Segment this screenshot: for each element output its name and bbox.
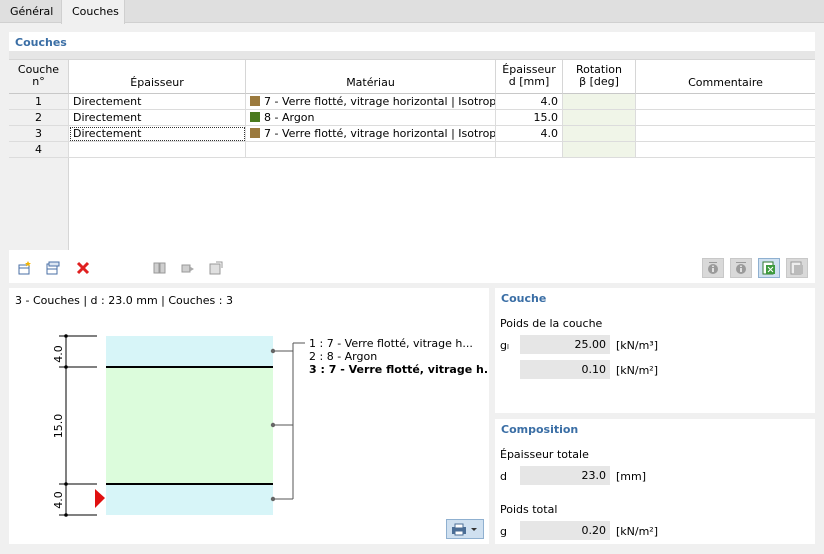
row-number: 4 — [9, 142, 69, 158]
dim-label-3: 4.0 — [52, 491, 65, 509]
col-header-d: Épaisseur d [mm] — [496, 60, 563, 94]
d-cell[interactable]: 4.0 — [496, 126, 563, 142]
comment-cell[interactable] — [636, 94, 815, 110]
total-weight-field[interactable]: 0.20 — [520, 521, 610, 540]
material-name: 8 - Argon — [264, 111, 315, 124]
unit-kn-m2-total: [kN/m²] — [616, 525, 659, 538]
material-cell[interactable]: 8 - Argon — [246, 110, 496, 126]
thickness-type-cell[interactable] — [69, 142, 246, 158]
d-cell[interactable]: 4.0 — [496, 94, 563, 110]
d-cell[interactable]: 15.0 — [496, 110, 563, 126]
col-header-material: Matériau — [246, 60, 496, 94]
transfer-icon[interactable] — [177, 258, 199, 278]
info-alt-icon[interactable] — [730, 258, 752, 278]
col-header-thickness: Épaisseur — [69, 60, 246, 94]
add-row-icon[interactable] — [42, 258, 64, 278]
layer-glass-top — [106, 336, 273, 367]
thickness-type-cell[interactable]: Directement — [69, 94, 246, 110]
material-name: 7 - Verre flotté, vitrage horizontal | I… — [264, 95, 496, 108]
rotation-cell[interactable] — [563, 110, 636, 126]
unit-mm: [mm] — [616, 470, 647, 483]
layer-weight-label: Poids de la couche — [500, 317, 603, 330]
composition-panel-title: Composition — [501, 423, 579, 436]
edit-material-icon[interactable] — [205, 258, 227, 278]
tab-couches[interactable]: Couches — [61, 0, 125, 24]
col-header-no-l2: n° — [32, 75, 45, 88]
material-name: 7 - Verre flotté, vitrage horizontal | I… — [264, 127, 496, 140]
table-top-strip — [9, 51, 815, 60]
col-header-comment: Commentaire — [636, 60, 815, 94]
material-cell[interactable] — [246, 142, 496, 158]
export-table-icon[interactable] — [758, 258, 780, 278]
layer-glass-bottom — [106, 484, 273, 515]
dim-label-2: 15.0 — [52, 414, 65, 439]
thickness-type-cell[interactable]: Directement — [69, 110, 246, 126]
reference-side-marker — [95, 489, 105, 508]
material-color-swatch — [250, 112, 260, 122]
library-icon[interactable] — [149, 258, 171, 278]
rotation-cell[interactable] — [563, 126, 636, 142]
composition-panel: Composition Épaisseur totale d 23.0 [mm]… — [495, 419, 815, 544]
legend-item-3: 3 : 7 - Verre flotté, vitrage h... — [309, 363, 489, 376]
comment-cell[interactable] — [636, 142, 815, 158]
legend-item-1: 1 : 7 - Verre flotté, vitrage h... — [309, 337, 473, 350]
row-number: 1 — [9, 94, 69, 110]
dim-label-1: 4.0 — [52, 345, 65, 363]
couche-panel-title: Couche — [501, 292, 547, 305]
insert-row-icon[interactable] — [14, 258, 36, 278]
col-header-comment-label: Commentaire — [688, 76, 763, 89]
material-color-swatch — [250, 96, 260, 106]
layer-argon — [106, 367, 273, 484]
total-thickness-label: Épaisseur totale — [500, 448, 589, 461]
col-header-rotation-l2: β [deg] — [579, 75, 619, 88]
import-table-icon[interactable] — [786, 258, 808, 278]
unit-kn-m2: [kN/m²] — [616, 364, 659, 377]
layer-weight-area-field[interactable]: 0.10 — [520, 360, 610, 379]
diagram-panel: 3 - Couches | d : 23.0 mm | Couches : 3 … — [9, 288, 489, 544]
d-cell[interactable] — [496, 142, 563, 158]
gl-symbol: gₗ — [500, 339, 509, 352]
info-icon[interactable] — [702, 258, 724, 278]
legend-item-2: 2 : 8 - Argon — [309, 350, 377, 363]
total-thickness-field[interactable]: 23.0 — [520, 466, 610, 485]
unit-kn-m3: [kN/m³] — [616, 339, 659, 352]
tab-bar: Général Couches — [0, 0, 824, 24]
col-header-thickness-label: Épaisseur — [130, 76, 184, 89]
comment-cell[interactable] — [636, 126, 815, 142]
col-header-rotation: Rotation β [deg] — [563, 60, 636, 94]
rotation-cell[interactable] — [563, 94, 636, 110]
material-color-swatch — [250, 128, 260, 138]
material-cell[interactable]: 7 - Verre flotté, vitrage horizontal | I… — [246, 126, 496, 142]
layers-panel: Couches Couche n° Épaisseur Matériau Épa… — [9, 32, 815, 283]
layers-panel-title: Couches — [15, 36, 67, 49]
d-symbol: d — [500, 470, 507, 483]
row-number: 2 — [9, 110, 69, 126]
delete-icon[interactable] — [72, 258, 94, 278]
col-header-d-l2: d [mm] — [508, 75, 550, 88]
g-symbol: g — [500, 525, 507, 538]
couche-panel: Couche Poids de la couche gₗ 25.00 [kN/m… — [495, 288, 815, 413]
col-header-material-label: Matériau — [346, 76, 395, 89]
tab-general[interactable]: Général — [0, 0, 61, 23]
rotation-cell[interactable] — [563, 142, 636, 158]
row-number: 3 — [9, 126, 69, 142]
print-icon[interactable] — [446, 519, 484, 539]
col-header-no: Couche n° — [9, 60, 69, 94]
layer-diagram: 4.0 15.0 4.0 1 : 7 - Verre flotté, vitra… — [52, 334, 489, 517]
thickness-type-cell[interactable]: Directement — [69, 126, 246, 142]
comment-cell[interactable] — [636, 110, 815, 126]
total-weight-label: Poids total — [500, 503, 558, 516]
layer-weight-volume-field[interactable]: 25.00 — [520, 335, 610, 354]
material-cell[interactable]: 7 - Verre flotté, vitrage horizontal | I… — [246, 94, 496, 110]
